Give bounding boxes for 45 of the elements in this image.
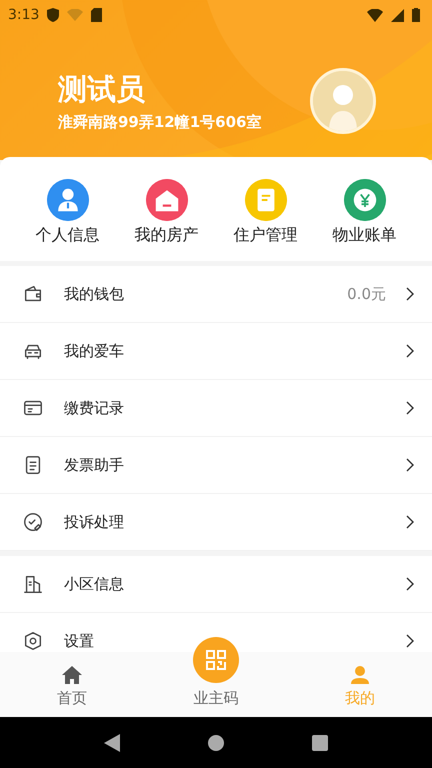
user-name: 测试员 — [58, 70, 146, 106]
wallet-balance: 0.0元 — [347, 284, 386, 304]
menu-label: 我的钱包 — [64, 286, 125, 302]
shortcut-button[interactable]: 住户管理 — [216, 179, 315, 245]
chevron-icon — [406, 634, 414, 648]
menu-row[interactable]: 缴费记录 — [0, 380, 432, 437]
status-time: 3:13 — [8, 7, 40, 23]
settings-icon — [22, 630, 44, 652]
menu-label: 我的爱车 — [64, 342, 125, 360]
menu-label: 缴费记录 — [64, 400, 125, 416]
tab-button[interactable]: 业主码 — [144, 652, 288, 717]
menu-row[interactable]: 投诉处理 — [0, 494, 432, 551]
shortcut-button[interactable]: 我的房产 — [117, 179, 216, 245]
battery-icon — [412, 8, 420, 22]
menu-label: 设置 — [64, 632, 95, 650]
back-icon[interactable] — [104, 734, 120, 752]
user-address: 淮舜南路99弄12幢1号606室 — [58, 112, 262, 132]
shortcut-button[interactable]: 个人信息 — [18, 179, 117, 245]
chevron-icon — [406, 401, 414, 415]
menu-row[interactable]: 发票助手 — [0, 437, 432, 494]
tab-button[interactable]: 首页 — [0, 652, 144, 717]
person-icon — [350, 665, 370, 685]
complaint-icon — [22, 511, 44, 533]
wifi-icon — [67, 9, 84, 21]
shortcut-button[interactable]: 物业账单 — [315, 179, 414, 245]
wifi-icon — [367, 8, 383, 22]
home-icon — [61, 665, 83, 685]
menu-label: 发票助手 — [64, 456, 125, 474]
chevron-icon — [406, 515, 414, 529]
chevron-icon — [406, 458, 414, 472]
menu-row[interactable]: 我的爱车 — [0, 323, 432, 380]
signal-icon — [391, 8, 404, 22]
chevron-icon — [406, 287, 414, 301]
menu-label: 投诉处理 — [64, 514, 125, 530]
home-icon[interactable] — [208, 734, 224, 750]
chevron-icon — [406, 577, 414, 591]
menu-row[interactable]: 小区信息 — [0, 556, 432, 613]
menu-row[interactable]: 我的钱包 0.0元 — [0, 266, 432, 323]
menu-label: 小区信息 — [64, 576, 125, 592]
chevron-icon — [406, 344, 414, 358]
recents-icon[interactable] — [312, 734, 328, 750]
shield-icon — [47, 8, 60, 22]
building-icon — [22, 573, 44, 595]
sd-card-icon — [91, 8, 102, 22]
qr-code-icon — [204, 648, 228, 672]
